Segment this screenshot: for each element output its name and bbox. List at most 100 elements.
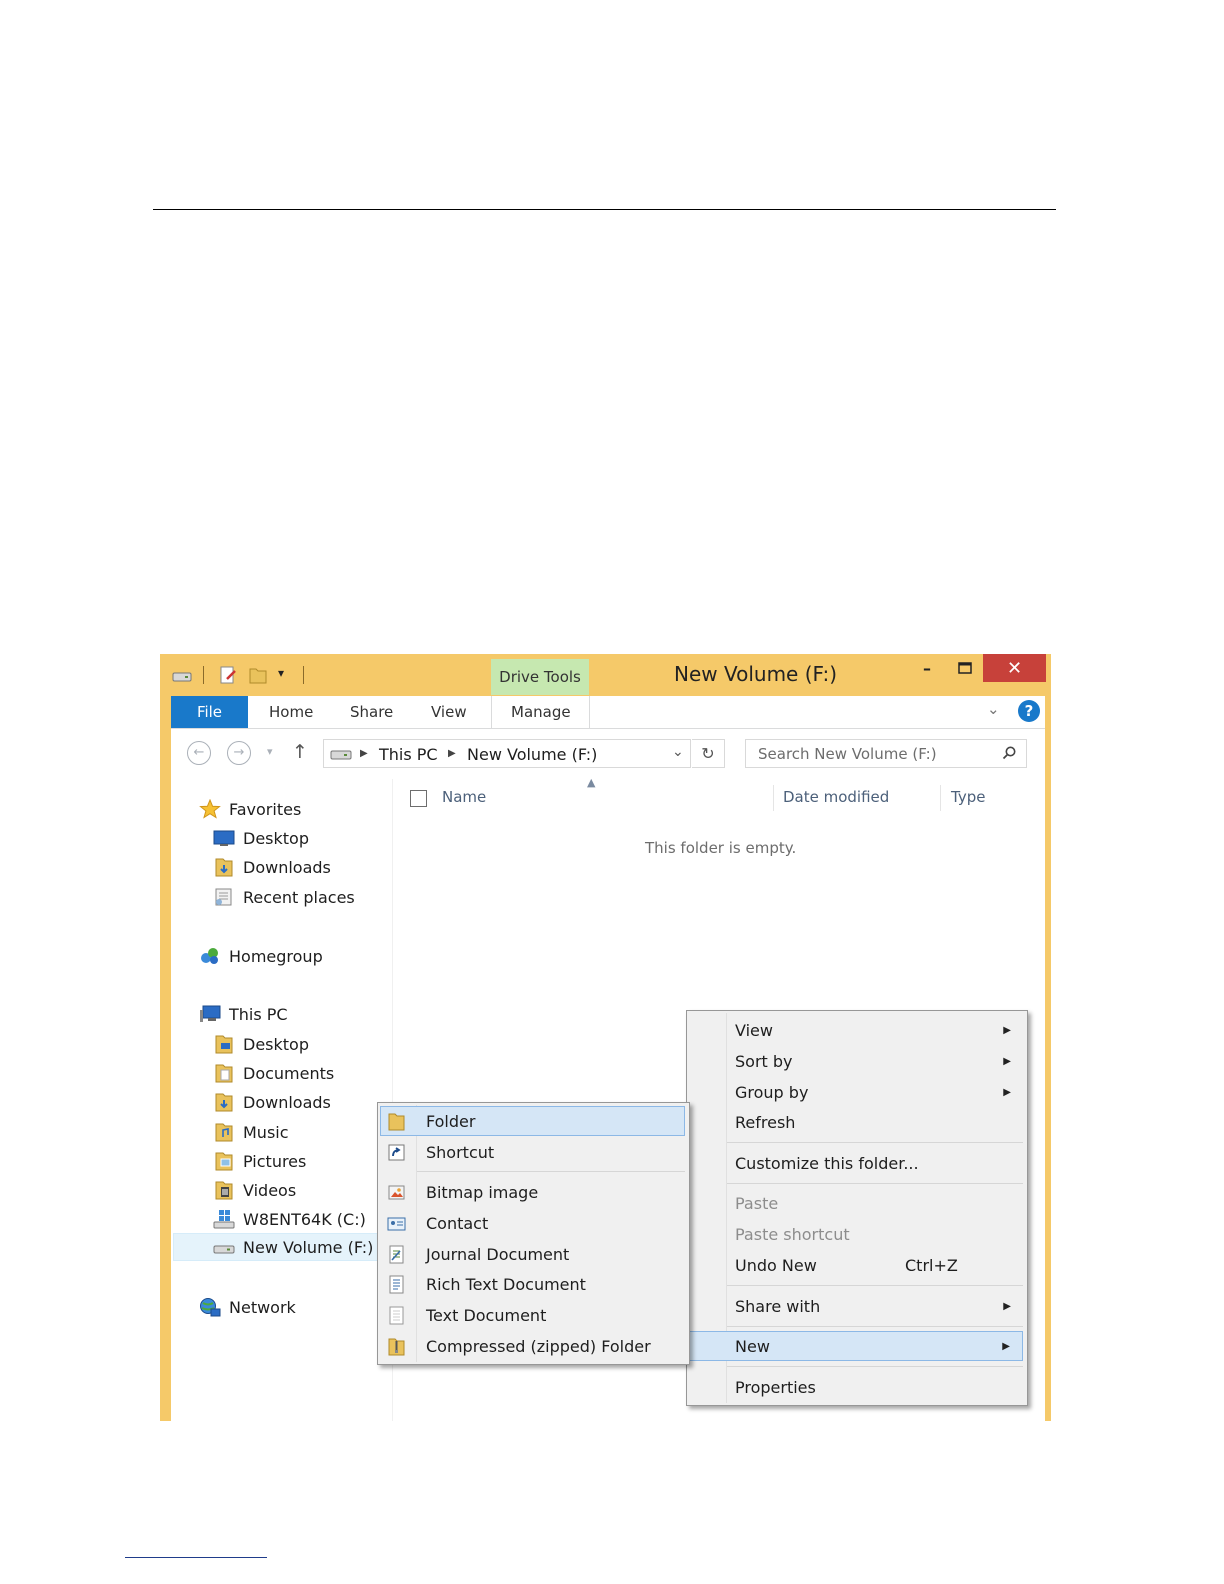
menu-item-undo-new[interactable]: Undo New Ctrl+Z [689, 1250, 1023, 1280]
menu-item-label: Properties [735, 1377, 816, 1397]
menu-item-label: Compressed (zipped) Folder [426, 1336, 651, 1356]
new-item-shortcut[interactable]: Shortcut [380, 1137, 685, 1167]
menu-item-label: Contact [426, 1213, 489, 1233]
menu-item-refresh[interactable]: Refresh [689, 1107, 1023, 1137]
menu-separator [417, 1171, 685, 1172]
tab-view[interactable]: View [431, 696, 467, 728]
search-icon[interactable] [1002, 746, 1016, 760]
new-item-rich-text-document[interactable]: Rich Text Document [380, 1269, 685, 1299]
nav-item-label: Desktop [243, 1034, 309, 1054]
menu-item-label: Bitmap image [426, 1182, 539, 1202]
downloads-folder-icon [215, 1093, 233, 1112]
contact-icon [387, 1217, 406, 1230]
search-box[interactable]: Search New Volume (F:) [745, 739, 1027, 768]
new-folder-icon[interactable] [248, 666, 268, 684]
submenu-arrow-icon: ▶ [1002, 1340, 1010, 1352]
menu-item-properties[interactable]: Properties [689, 1372, 1023, 1402]
music-folder-icon [215, 1123, 233, 1142]
new-item-text-document[interactable]: Text Document [380, 1300, 685, 1330]
menu-item-label: Folder [426, 1111, 476, 1131]
address-bar[interactable]: ▶ This PC ▶ New Volume (F:) ⌄ [323, 739, 691, 768]
qat-separator [303, 666, 304, 684]
search-input[interactable]: Search New Volume (F:) [758, 745, 937, 763]
breadcrumb-arrow-icon[interactable]: ▶ [360, 748, 368, 759]
tab-file[interactable]: File [171, 696, 248, 728]
nav-item-new-volume[interactable]: New Volume (F:) [213, 1234, 373, 1260]
rich-text-document-icon [389, 1275, 404, 1293]
column-date-modified[interactable]: Date modified [783, 788, 889, 806]
nav-item-desktop[interactable]: Desktop [213, 825, 309, 851]
documents-folder-icon [215, 1064, 233, 1083]
menu-separator [727, 1366, 1023, 1367]
tab-home[interactable]: Home [269, 696, 313, 728]
menu-item-view[interactable]: View ▶ [689, 1015, 1023, 1045]
menu-item-sort-by[interactable]: Sort by ▶ [689, 1046, 1023, 1076]
downloads-folder-icon [215, 858, 233, 877]
nav-item-label: New Volume (F:) [243, 1237, 374, 1257]
close-button[interactable]: ✕ [983, 654, 1046, 682]
context-menu: View ▶ Sort by ▶ Group by ▶ Refresh Customi… [686, 1010, 1028, 1406]
window-title: New Volume (F:) [674, 662, 838, 686]
qat-dropdown-icon[interactable]: ▾ [278, 666, 298, 684]
menu-item-group-by[interactable]: Group by ▶ [689, 1077, 1023, 1107]
select-all-checkbox[interactable] [410, 790, 427, 807]
new-item-journal-document[interactable]: Journal Document [380, 1239, 685, 1269]
column-separator[interactable] [773, 785, 774, 811]
breadcrumb-this-pc[interactable]: This PC [379, 745, 438, 764]
column-type[interactable]: Type [951, 788, 985, 806]
nav-item-videos[interactable]: Videos [213, 1177, 296, 1203]
breadcrumb-new-volume[interactable]: New Volume (F:) [467, 745, 597, 764]
tab-share[interactable]: Share [350, 696, 393, 728]
column-name[interactable]: Name [442, 788, 486, 806]
menu-separator [727, 1326, 1023, 1327]
back-button[interactable]: ← [187, 741, 211, 765]
address-dropdown-icon[interactable]: ⌄ [672, 744, 684, 760]
star-icon [199, 799, 221, 819]
drive-icon[interactable] [172, 666, 192, 684]
minimize-button[interactable]: – [915, 654, 939, 682]
nav-item-c-drive[interactable]: W8ENT64K (C:) [213, 1206, 366, 1232]
submenu-arrow-icon: ▶ [1003, 1055, 1011, 1067]
nav-item-downloads[interactable]: Downloads [213, 854, 331, 880]
nav-item-pictures[interactable]: Pictures [213, 1148, 306, 1174]
maximize-icon [958, 662, 972, 674]
nav-network[interactable]: Network [199, 1294, 296, 1320]
recent-places-icon [215, 888, 232, 906]
breadcrumb-arrow-icon[interactable]: ▶ [448, 748, 456, 759]
nav-item-documents[interactable]: Documents [213, 1060, 334, 1086]
nav-item-label: Videos [243, 1180, 297, 1200]
up-button[interactable]: ↑ [292, 741, 308, 763]
refresh-button[interactable]: ↻ [692, 739, 725, 768]
desktop-icon [213, 830, 235, 846]
submenu-arrow-icon: ▶ [1003, 1300, 1011, 1312]
nav-homegroup[interactable]: Homegroup [199, 943, 323, 969]
expand-ribbon-icon[interactable]: ⌄ [987, 700, 1000, 718]
menu-item-label: Group by [735, 1082, 809, 1102]
nav-item-desktop[interactable]: Desktop [213, 1031, 309, 1057]
new-item-compressed-folder[interactable]: Compressed (zipped) Folder [380, 1331, 685, 1361]
recent-locations-icon[interactable]: ▾ [267, 745, 273, 758]
new-submenu: Folder Shortcut Bitmap image Contact Jou… [377, 1102, 690, 1365]
forward-button[interactable]: → [227, 741, 251, 765]
menu-item-share-with[interactable]: Share with ▶ [689, 1291, 1023, 1321]
properties-icon[interactable] [218, 666, 238, 684]
menu-item-paste-shortcut[interactable]: Paste shortcut [689, 1219, 1023, 1249]
maximize-button[interactable] [953, 654, 977, 682]
tab-manage[interactable]: Manage [511, 696, 571, 728]
new-item-bitmap-image[interactable]: Bitmap image [380, 1177, 685, 1207]
menu-item-new[interactable]: New ▶ [689, 1331, 1023, 1361]
nav-item-music[interactable]: Music [213, 1119, 289, 1145]
help-icon[interactable]: ? [1018, 700, 1040, 722]
new-item-contact[interactable]: Contact [380, 1208, 685, 1238]
column-separator[interactable] [940, 785, 941, 811]
nav-item-downloads[interactable]: Downloads [213, 1089, 331, 1115]
pictures-folder-icon [215, 1152, 233, 1171]
nav-favorites[interactable]: Favorites [199, 796, 301, 822]
journal-document-icon [389, 1245, 404, 1263]
nav-this-pc[interactable]: This PC [199, 1001, 288, 1027]
menu-item-paste[interactable]: Paste [689, 1188, 1023, 1218]
nav-item-recent-places[interactable]: Recent places [213, 884, 355, 910]
computer-icon [200, 1005, 221, 1022]
menu-item-customize-folder[interactable]: Customize this folder... [689, 1148, 1023, 1178]
new-item-folder[interactable]: Folder [380, 1106, 685, 1136]
